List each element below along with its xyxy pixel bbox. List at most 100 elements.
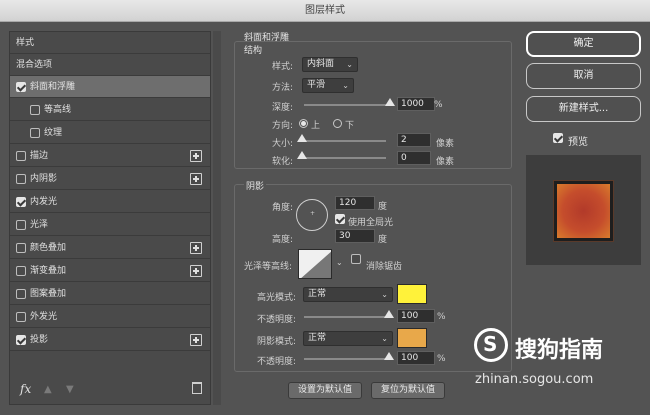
antialias-checkbox[interactable] [351,254,361,264]
blend-options-label: 混合选项 [16,60,53,70]
style-item-checkbox[interactable] [30,105,40,115]
style-item[interactable]: 投影 [10,329,210,351]
altitude-input[interactable]: 30 [335,229,375,243]
size-input[interactable]: 2 [397,133,431,147]
direction-down-label: 下 [345,121,355,131]
style-item-checkbox[interactable] [16,220,26,230]
contour-chevron-icon[interactable]: ⌄ [336,258,343,267]
highlight-mode-value: 正常 [308,289,327,299]
style-item[interactable]: 斜面和浮雕 [10,76,210,98]
style-item[interactable]: 纹理 [10,122,210,144]
method-select[interactable]: 平滑 ⌄ [302,78,354,93]
style-item-label: 等高线 [44,105,72,115]
style-item[interactable]: 内发光 [10,191,210,213]
size-unit: 像素 [436,139,455,149]
style-item[interactable]: 外发光 [10,306,210,328]
shadow-mode-label: 阴影模式: [257,337,297,347]
add-icon[interactable] [190,334,202,346]
shadow-opacity-unit: % [437,354,446,364]
style-item-label: 颜色叠加 [30,243,67,253]
style-blend-options[interactable]: 混合选项 [10,54,210,76]
chevron-down-icon: ⌄ [381,334,388,343]
trash-icon[interactable] [192,382,202,394]
add-icon[interactable] [190,173,202,185]
direction-down-radio[interactable] [333,119,342,128]
direction-label: 方向: [272,121,294,131]
antialias-label: 消除锯齿 [366,262,403,272]
highlight-opacity-slider[interactable] [304,316,390,318]
depth-label: 深度: [272,103,294,113]
size-slider[interactable] [300,140,386,142]
depth-slider-knob[interactable] [385,98,395,106]
shadow-opacity-knob[interactable] [384,352,394,360]
style-item-checkbox[interactable] [16,243,26,253]
style-label: 样式: [272,62,294,72]
style-select-value: 内斜面 [307,59,335,69]
make-default-button[interactable]: 设置为默认值 [288,382,362,399]
ok-button[interactable]: 确定 [526,31,641,57]
highlight-mode-select[interactable]: 正常 ⌄ [303,287,393,302]
global-light-label: 使用全局光 [348,218,394,228]
direction-up-radio[interactable] [299,119,308,128]
angle-dial-marker: + [310,210,316,217]
style-item-checkbox[interactable] [30,128,40,138]
direction-up-label: 上 [311,121,321,131]
style-item-checkbox[interactable] [16,82,26,92]
fx-button[interactable]: fx [20,382,31,396]
shadow-color-swatch[interactable] [397,328,427,348]
reset-default-button[interactable]: 复位为默认值 [371,382,445,399]
style-item-checkbox[interactable] [16,335,26,345]
style-item-label: 纹理 [44,128,63,138]
style-item-checkbox[interactable] [16,312,26,322]
style-item[interactable]: 渐变叠加 [10,260,210,282]
add-icon[interactable] [190,265,202,277]
style-item-label: 内发光 [30,197,58,207]
style-item[interactable]: 光泽 [10,214,210,236]
move-up-icon[interactable]: ▲ [44,384,54,395]
style-item[interactable]: 颜色叠加 [10,237,210,259]
soften-slider[interactable] [300,157,386,159]
watermark-brand: 搜狗指南 [515,338,604,363]
highlight-opacity-knob[interactable] [384,310,394,318]
style-select[interactable]: 内斜面 ⌄ [302,57,358,72]
style-item[interactable]: 等高线 [10,99,210,121]
size-slider-knob[interactable] [297,134,307,142]
add-icon[interactable] [190,150,202,162]
soften-slider-knob[interactable] [297,151,307,159]
shadow-opacity-slider[interactable] [304,358,390,360]
new-style-button[interactable]: 新建样式... [526,96,641,122]
style-item[interactable]: 描边 [10,145,210,167]
style-item-checkbox[interactable] [16,197,26,207]
preview-checkbox[interactable] [553,133,563,143]
styles-list: 样式 混合选项 斜面和浮雕等高线纹理描边 内阴影内发光光泽颜色叠加渐变叠加 图案叠加… [9,31,211,405]
soften-label: 软化: [272,157,294,167]
style-item-label: 外发光 [30,312,58,322]
depth-input[interactable]: 1000 [397,97,435,111]
method-select-value: 平滑 [307,80,326,90]
shadow-mode-value: 正常 [308,333,327,343]
highlight-color-swatch[interactable] [397,284,427,304]
angle-dial[interactable]: + [296,199,328,231]
cancel-button[interactable]: 取消 [526,63,641,89]
depth-unit: % [434,100,443,110]
shadow-opacity-input[interactable]: 100 [397,351,435,365]
style-item-checkbox[interactable] [16,174,26,184]
soften-input[interactable]: 0 [397,151,431,165]
style-item-checkbox[interactable] [16,151,26,161]
move-down-icon[interactable]: ▼ [66,384,76,395]
size-label: 大小: [272,139,294,149]
styles-header: 样式 [10,32,210,54]
style-item-checkbox[interactable] [16,266,26,276]
soften-unit: 像素 [436,157,455,167]
add-icon[interactable] [190,242,202,254]
shadow-mode-select[interactable]: 正常 ⌄ [303,331,393,346]
angle-input[interactable]: 120 [335,196,375,210]
gloss-contour-label: 光泽等高线: [244,262,293,272]
gloss-contour-preview[interactable] [298,249,332,279]
style-item[interactable]: 图案叠加 [10,283,210,305]
global-light-checkbox[interactable] [335,214,345,224]
style-item[interactable]: 内阴影 [10,168,210,190]
highlight-opacity-input[interactable]: 100 [397,309,435,323]
style-item-checkbox[interactable] [16,289,26,299]
depth-slider[interactable] [304,104,390,106]
